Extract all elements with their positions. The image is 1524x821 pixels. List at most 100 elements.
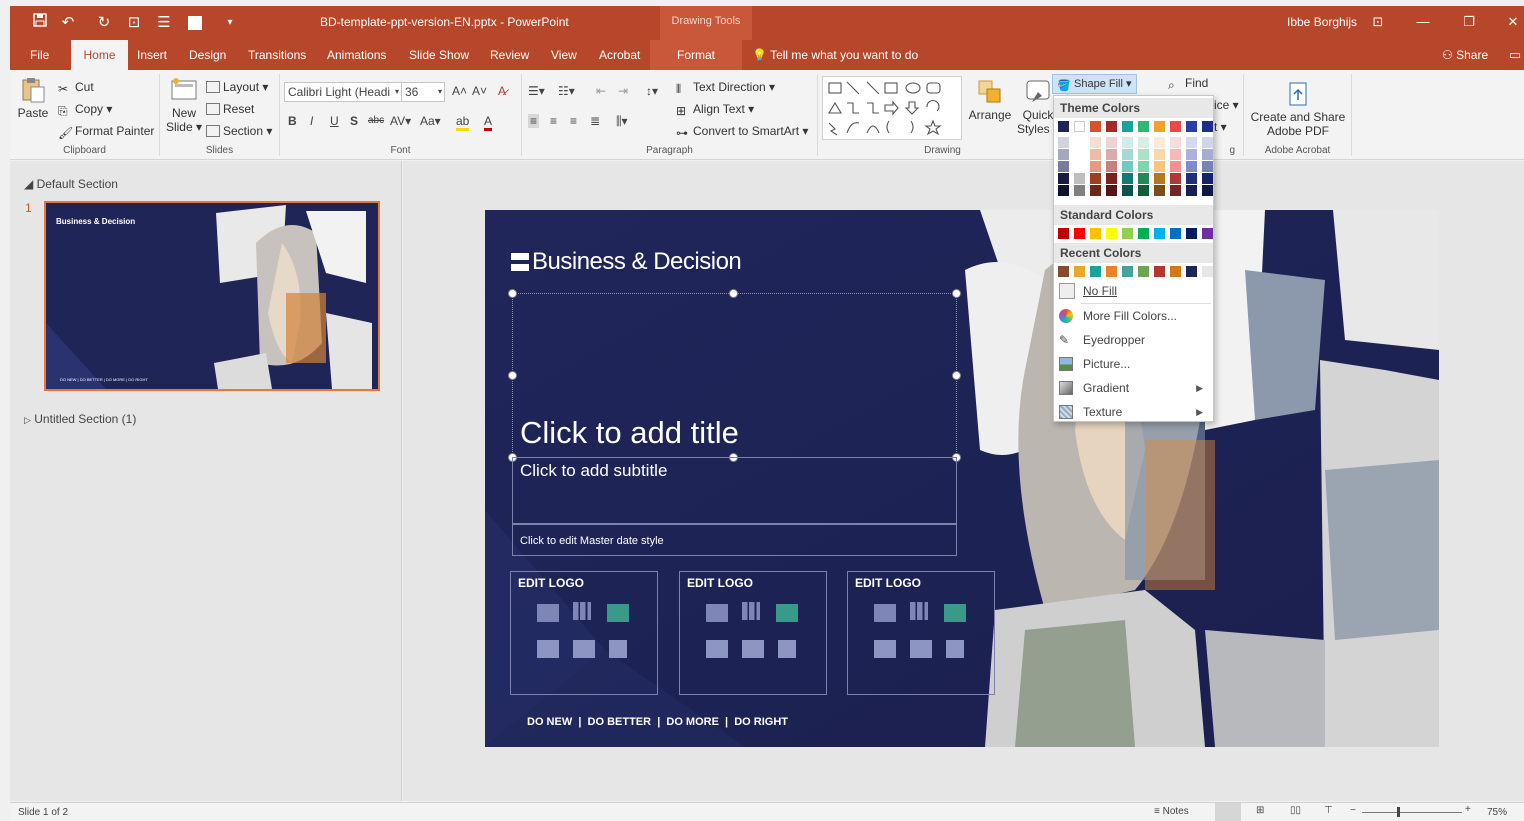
justify-icon[interactable]: ≣ xyxy=(590,114,600,128)
theme-color-shade-swatch[interactable] xyxy=(1106,185,1117,196)
theme-color-swatch[interactable] xyxy=(1170,121,1181,132)
theme-color-shade-swatch[interactable] xyxy=(1186,149,1197,160)
theme-color-shade-swatch[interactable] xyxy=(1058,185,1069,196)
tell-me-search[interactable]: 💡 Tell me what you want to do xyxy=(752,48,918,62)
gradient-item[interactable]: Gradient ▶ xyxy=(1054,376,1213,400)
standard-color-swatch[interactable] xyxy=(1090,228,1101,239)
date-placeholder[interactable]: Click to edit Master date style xyxy=(512,524,957,556)
section-default[interactable]: ◢ Default Section xyxy=(24,177,118,191)
theme-color-shade-swatch[interactable] xyxy=(1106,161,1117,172)
theme-color-shade-swatch[interactable] xyxy=(1058,149,1069,160)
recent-color-swatch[interactable] xyxy=(1202,266,1213,277)
theme-color-shade-swatch[interactable] xyxy=(1090,161,1101,172)
font-name-combobox[interactable]: Calibri Light (Headi ▾ xyxy=(284,82,402,102)
theme-color-shade-swatch[interactable] xyxy=(1106,137,1117,148)
theme-color-shade-swatch[interactable] xyxy=(1202,173,1213,184)
bullets-qat-icon[interactable]: ☰ xyxy=(154,13,174,33)
slideshow-view-icon[interactable]: ⊤ xyxy=(1324,805,1333,816)
table-icon[interactable] xyxy=(537,604,559,622)
theme-color-shade-swatch[interactable] xyxy=(1058,137,1069,148)
undo-icon[interactable]: ↶ xyxy=(58,13,78,33)
resize-handle-tm[interactable] xyxy=(729,289,738,298)
resize-handle-ml[interactable] xyxy=(508,371,517,380)
theme-color-shade-swatch[interactable] xyxy=(1170,173,1181,184)
align-left-icon[interactable]: ≡ xyxy=(528,114,540,128)
recent-color-swatch[interactable] xyxy=(1074,266,1085,277)
section-button[interactable]: Section ▾ xyxy=(206,124,272,138)
user-name[interactable]: Ibbe Borghijs xyxy=(1287,15,1357,29)
theme-color-swatch[interactable] xyxy=(1074,121,1085,132)
align-text-button[interactable]: ⊞ Align Text ▾ xyxy=(676,102,754,118)
standard-color-swatch[interactable] xyxy=(1186,228,1197,239)
more-fill-colors-item[interactable]: More Fill Colors... xyxy=(1054,304,1213,328)
table-icon[interactable] xyxy=(706,604,728,622)
close-icon[interactable]: ✕ xyxy=(1502,11,1524,33)
layout-button[interactable]: Layout ▾ xyxy=(206,80,268,94)
theme-color-shade-swatch[interactable] xyxy=(1090,149,1101,160)
tab-insert[interactable]: Insert xyxy=(131,40,173,70)
section-untitled[interactable]: ▷ Untitled Section (1) xyxy=(24,412,136,426)
save-icon[interactable] xyxy=(30,13,50,33)
theme-color-swatch[interactable] xyxy=(1138,121,1149,132)
theme-color-shade-swatch[interactable] xyxy=(1170,185,1181,196)
resize-handle-tl[interactable] xyxy=(508,289,517,298)
theme-color-shade-swatch[interactable] xyxy=(1154,137,1165,148)
standard-color-swatch[interactable] xyxy=(1170,228,1181,239)
bold-icon[interactable]: B xyxy=(288,114,297,128)
theme-color-shade-swatch[interactable] xyxy=(1202,149,1213,160)
theme-color-shade-swatch[interactable] xyxy=(1154,173,1165,184)
logo-placeholder-1[interactable]: EDIT LOGO xyxy=(510,571,658,695)
theme-color-shade-swatch[interactable] xyxy=(1202,137,1213,148)
theme-color-shade-swatch[interactable] xyxy=(1138,149,1149,160)
strikethrough-icon[interactable]: abc xyxy=(368,115,384,126)
theme-color-shade-swatch[interactable] xyxy=(1122,161,1133,172)
increase-font-size-icon[interactable]: A˄ xyxy=(452,84,467,98)
tab-acrobat[interactable]: Acrobat xyxy=(593,40,646,70)
reading-view-icon[interactable]: ▯▯ xyxy=(1290,805,1301,816)
normal-view-button[interactable] xyxy=(1215,803,1241,821)
chart-icon[interactable] xyxy=(742,602,760,620)
restore-icon[interactable]: ❐ xyxy=(1458,11,1480,33)
theme-color-swatch[interactable] xyxy=(1202,121,1213,132)
subtitle-placeholder[interactable]: Click to add subtitle xyxy=(512,457,957,524)
tab-view[interactable]: View xyxy=(545,40,583,70)
create-share-pdf-button[interactable]: Create and Share Adobe PDF xyxy=(1248,80,1348,138)
align-center-icon[interactable]: ≡ xyxy=(550,114,557,128)
theme-color-shade-swatch[interactable] xyxy=(1186,137,1197,148)
zoom-slider[interactable] xyxy=(1362,812,1462,813)
theme-color-swatch[interactable] xyxy=(1090,121,1101,132)
logo-placeholder-3[interactable]: EDIT LOGO xyxy=(847,571,995,695)
align-right-icon[interactable]: ≡ xyxy=(570,114,577,128)
chart-icon[interactable] xyxy=(573,602,591,620)
standard-color-swatch[interactable] xyxy=(1058,228,1069,239)
online-picture-icon[interactable] xyxy=(910,640,932,658)
picture-icon[interactable] xyxy=(874,640,896,658)
recent-color-swatch[interactable] xyxy=(1090,266,1101,277)
ribbon-display-options-icon[interactable]: ⊡ xyxy=(1367,11,1389,33)
convert-smartart-button[interactable]: ⊶ Convert to SmartArt ▾ xyxy=(676,124,808,140)
theme-color-swatch[interactable] xyxy=(1186,121,1197,132)
video-icon[interactable] xyxy=(946,640,964,658)
arrange-button[interactable]: Arrange xyxy=(968,78,1012,122)
start-from-beginning-icon[interactable]: ⊡ xyxy=(124,13,144,33)
recent-color-swatch[interactable] xyxy=(1106,266,1117,277)
character-spacing-icon[interactable]: AV▾ xyxy=(390,114,411,128)
theme-color-shade-swatch[interactable] xyxy=(1058,173,1069,184)
numbering-icon[interactable]: ☷▾ xyxy=(558,84,575,98)
columns-icon[interactable]: ⫼▾ xyxy=(616,114,628,129)
theme-color-shade-swatch[interactable] xyxy=(1154,149,1165,160)
smartart-graphic-icon[interactable] xyxy=(776,604,798,622)
tab-file[interactable]: File xyxy=(24,40,55,70)
format-painter-button[interactable]: 🖌 Format Painter xyxy=(58,124,154,140)
title-placeholder[interactable]: Click to add title xyxy=(512,293,957,458)
bullets-icon[interactable]: ☰▾ xyxy=(528,84,545,98)
standard-color-swatch[interactable] xyxy=(1154,228,1165,239)
reset-button[interactable]: Reset xyxy=(206,102,254,116)
theme-color-shade-swatch[interactable] xyxy=(1186,173,1197,184)
theme-color-shade-swatch[interactable] xyxy=(1106,173,1117,184)
clear-formatting-icon[interactable]: A̷ xyxy=(498,84,506,98)
theme-color-shade-swatch[interactable] xyxy=(1090,137,1101,148)
picture-icon[interactable] xyxy=(537,640,559,658)
standard-color-swatch[interactable] xyxy=(1074,228,1085,239)
theme-color-shade-swatch[interactable] xyxy=(1090,185,1101,196)
